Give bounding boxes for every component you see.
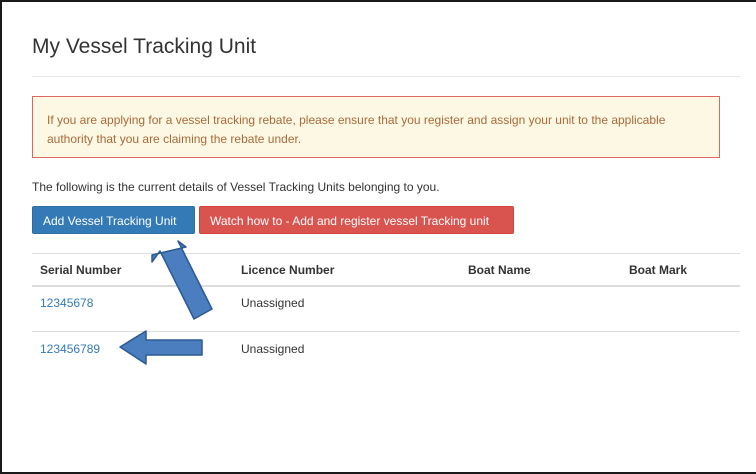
arrow-left-icon bbox=[119, 330, 203, 365]
annotation-arrows bbox=[119, 240, 213, 365]
arrow-up-left-icon bbox=[151, 240, 213, 320]
